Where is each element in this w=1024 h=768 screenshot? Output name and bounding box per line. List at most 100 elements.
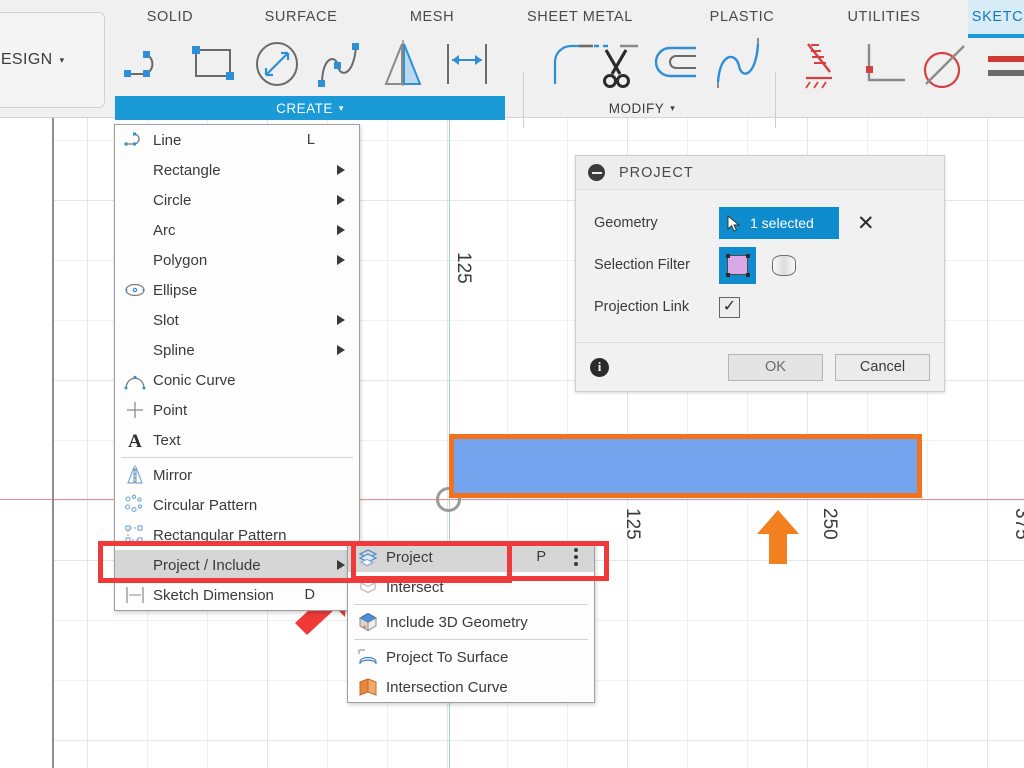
sketch-dimension-icon[interactable]	[438, 36, 496, 94]
circle-icon[interactable]	[248, 36, 306, 94]
menu-item-label: Conic Curve	[153, 371, 236, 389]
projection-link-row: Projection Link ✓	[594, 286, 930, 328]
menu-item-label: Point	[153, 401, 188, 419]
submenu-arrow-icon	[337, 195, 345, 205]
menu-item-line[interactable]: Line L	[115, 125, 359, 155]
dimension-label: 125	[453, 252, 474, 284]
ellipse-icon	[125, 283, 145, 297]
geometry-row: Geometry 1 selected ✕	[594, 202, 930, 244]
tab-label: UTILITIES	[847, 9, 921, 25]
menu-item-polygon[interactable]: Polygon	[115, 245, 359, 275]
menu-item-sketch-dimension[interactable]: Sketch Dimension D	[115, 580, 359, 610]
tab-sketch[interactable]: SKETCH	[968, 0, 1024, 38]
tangent-icon[interactable]	[918, 36, 976, 94]
dimension-label: 375	[1011, 508, 1024, 540]
constraint-fix-icon[interactable]	[792, 36, 850, 94]
menu-item-project-to-surface[interactable]: Project To Surface	[348, 642, 594, 672]
menu-item-point[interactable]: Point	[115, 395, 359, 425]
menu-item-label: Circle	[153, 191, 192, 209]
menu-item-rectangle[interactable]: Rectangle	[115, 155, 359, 185]
browser-panel-edge	[52, 118, 54, 768]
conic-curve-icon	[124, 375, 146, 390]
menu-item-text[interactable]: A Text	[115, 425, 359, 455]
geometry-selection-count: 1 selected	[750, 215, 814, 231]
circular-pattern-icon	[124, 494, 143, 513]
menu-item-arc[interactable]: Arc	[115, 215, 359, 245]
offset-icon[interactable]	[648, 36, 706, 94]
create-panel-button[interactable]: CREATE ▾	[115, 96, 505, 120]
body-filter-icon	[771, 254, 796, 276]
sketch-dimension-icon	[126, 587, 144, 603]
menu-item-circle[interactable]: Circle	[115, 185, 359, 215]
menu-item-label: Project To Surface	[386, 648, 509, 666]
projection-link-label: Projection Link	[594, 299, 690, 315]
chevron-down-icon: ▾	[670, 102, 676, 113]
menu-item-label: Intersection Curve	[386, 678, 508, 696]
menu-item-label: Spline	[153, 341, 195, 359]
spline-icon[interactable]	[312, 36, 370, 94]
highlight-project-item	[351, 541, 609, 581]
include-3d-geometry-icon	[358, 612, 378, 632]
rectangle-icon[interactable]	[186, 36, 244, 94]
clear-selection-icon[interactable]: ✕	[857, 213, 875, 234]
tab-mesh[interactable]: MESH	[395, 0, 469, 34]
menu-item-label: Ellipse	[153, 281, 198, 299]
menu-item-spline[interactable]: Spline	[115, 335, 359, 365]
text-icon: A	[128, 431, 142, 451]
curvature-icon[interactable]	[710, 36, 768, 94]
filter-faces-button[interactable]	[719, 246, 756, 284]
menu-item-ellipse[interactable]: Ellipse	[115, 275, 359, 305]
info-icon[interactable]: i	[590, 357, 609, 377]
ok-button[interactable]: OK	[728, 353, 823, 381]
tab-sheet-metal[interactable]: SHEET METAL	[508, 0, 652, 34]
menu-separator	[354, 639, 588, 640]
menu-item-label: Sketch Dimension	[153, 586, 274, 604]
tab-label: SURFACE	[264, 9, 338, 25]
tab-label: SHEET METAL	[527, 9, 633, 25]
line-icon	[124, 132, 140, 146]
projection-link-checkbox[interactable]: ✓	[719, 296, 740, 318]
menu-item-circular-pattern[interactable]: Circular Pattern	[115, 490, 359, 520]
selected-sketch-profile[interactable]	[449, 434, 922, 498]
project-dialog[interactable]: PROJECT Geometry 1 selected ✕ Selection …	[575, 155, 945, 392]
perpendicular-icon[interactable]	[855, 36, 913, 94]
line-icon[interactable]	[118, 36, 176, 94]
tab-label: SOLID	[146, 9, 194, 25]
mirror-icon	[127, 465, 143, 485]
menu-item-shortcut: D	[304, 587, 315, 603]
tab-solid[interactable]: SOLID	[130, 0, 210, 34]
tab-utilities[interactable]: UTILITIES	[833, 0, 935, 34]
cancel-button[interactable]: Cancel	[835, 353, 930, 381]
menu-item-label: Polygon	[153, 251, 208, 269]
parallel-bars-icon[interactable]	[984, 36, 1024, 94]
project-dialog-footer: i OK Cancel	[576, 343, 944, 391]
menu-item-slot[interactable]: Slot	[115, 305, 359, 335]
mirror-icon[interactable]	[374, 36, 432, 94]
geometry-selection-button[interactable]: 1 selected	[719, 207, 839, 239]
orange-annotation-arrow	[757, 510, 799, 564]
submenu-arrow-icon	[337, 315, 345, 325]
tab-surface[interactable]: SURFACE	[255, 0, 347, 34]
menu-item-intersection-curve[interactable]: Intersection Curve	[348, 672, 594, 702]
collapse-icon[interactable]	[588, 164, 605, 181]
tab-label: SKETCH	[971, 9, 1024, 25]
selection-filter-label: Selection Filter	[594, 257, 690, 273]
menu-item-include-3d-geometry[interactable]: Include 3D Geometry	[348, 607, 594, 637]
ribbon-separator	[523, 72, 524, 128]
tab-plastic[interactable]: PLASTIC	[697, 0, 787, 34]
menu-item-label: Include 3D Geometry	[386, 613, 528, 631]
trim-icon[interactable]	[588, 36, 646, 94]
submenu-arrow-icon	[337, 255, 345, 265]
modify-panel-button[interactable]: MODIFY ▾	[562, 96, 722, 120]
canvas-left-strip	[0, 118, 52, 768]
menu-item-label: Mirror	[153, 466, 193, 484]
ribbon-icon-row	[0, 36, 1024, 128]
dimension-label: 125	[622, 508, 643, 540]
create-dropdown-menu[interactable]: Line L Rectangle Circle Arc Polygon Ellipse Slo…	[114, 124, 360, 611]
menu-item-mirror[interactable]: Mirror	[115, 460, 359, 490]
project-dialog-titlebar[interactable]: PROJECT	[576, 156, 944, 190]
svg-text:A: A	[128, 431, 142, 451]
submenu-arrow-icon	[337, 225, 345, 235]
menu-item-conic-curve[interactable]: Conic Curve	[115, 365, 359, 395]
filter-bodies-button[interactable]	[765, 247, 802, 284]
